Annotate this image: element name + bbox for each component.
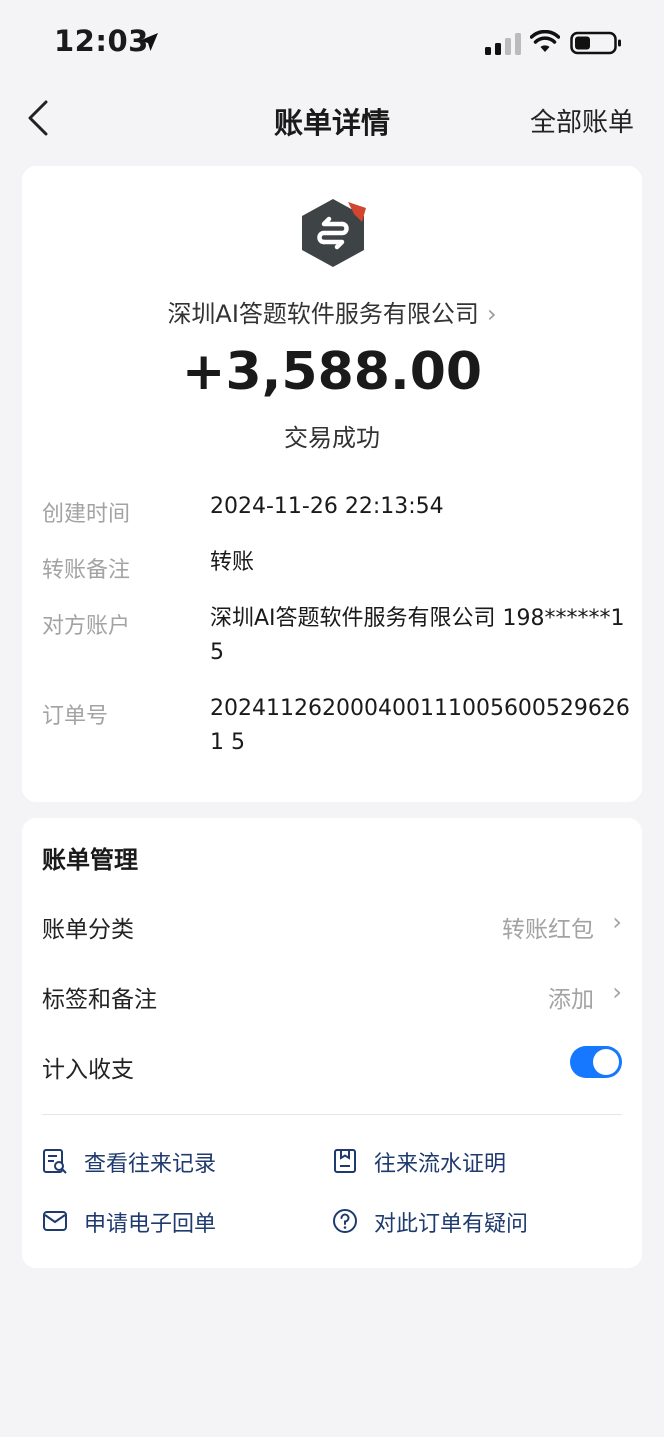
row-label: 账单分类	[42, 917, 134, 943]
detail-label: 创建时间	[42, 502, 131, 527]
detail-value: 深圳AI答题软件服务有限公司 198******15	[210, 606, 625, 665]
merchant-name-link[interactable]: 深圳AI答题软件服务有限公司 ›	[22, 294, 642, 329]
detail-label: 对方账户	[42, 614, 131, 639]
nav-bar: 账单详情 全部账单	[0, 88, 664, 150]
row-value: 添加	[548, 987, 594, 1013]
bill-detail-page: 12:03 账单详情 全部账单 深圳AI答题软件服务有限公司 › +3,588.…	[0, 0, 664, 1437]
section-title: 账单管理	[42, 846, 138, 874]
bill-category-row[interactable]: 账单分类 转账红包 ›	[42, 904, 622, 948]
question-icon	[333, 1209, 357, 1233]
detail-label: 转账备注	[42, 558, 131, 583]
action-label: 申请电子回单	[84, 1212, 217, 1237]
battery-icon	[570, 31, 621, 55]
merchant-name: 深圳AI答题软件服务有限公司	[167, 300, 479, 328]
count-in-toggle[interactable]	[570, 1046, 622, 1078]
location-arrow-icon	[140, 33, 158, 51]
order-question-button[interactable]: 对此订单有疑问	[332, 1204, 612, 1240]
transfer-logo-icon	[302, 199, 366, 267]
chevron-right-icon: ›	[612, 978, 622, 1006]
wifi-icon	[530, 30, 560, 52]
transaction-card: 深圳AI答题软件服务有限公司 › +3,588.00 交易成功 创建时间 2024…	[22, 166, 642, 802]
detail-label: 订单号	[42, 704, 109, 729]
records-icon	[43, 1149, 67, 1174]
chevron-right-icon: ›	[486, 300, 497, 328]
e-receipt-button[interactable]: 申请电子回单	[42, 1204, 302, 1240]
detail-value: 2024-11-26 22:13:54	[210, 494, 444, 519]
cellular-signal-icon	[485, 33, 521, 55]
action-label: 往来流水证明	[374, 1152, 507, 1177]
bill-management-card: 账单管理 账单分类 转账红包 › 标签和备注 添加 › 计入收支 查看往来记录	[22, 818, 642, 1268]
mail-icon	[43, 1211, 67, 1231]
transaction-amount: +3,588.00	[181, 342, 483, 402]
transaction-status: 交易成功	[284, 424, 380, 452]
action-label: 查看往来记录	[84, 1152, 217, 1177]
tags-notes-row[interactable]: 标签和备注 添加 ›	[42, 974, 622, 1018]
chevron-right-icon: ›	[612, 908, 622, 936]
status-time: 12:03	[54, 24, 149, 58]
row-label: 标签和备注	[42, 987, 157, 1013]
detail-value: 2024112620004001110056005296261 5	[210, 696, 630, 755]
detail-value: 转账	[210, 550, 255, 575]
all-bills-link[interactable]: 全部账单	[530, 102, 634, 139]
toggle-knob	[593, 1049, 619, 1075]
view-records-button[interactable]: 查看往来记录	[42, 1144, 302, 1180]
row-label: 计入收支	[42, 1057, 134, 1083]
statement-icon	[334, 1149, 356, 1173]
divider	[42, 1114, 622, 1115]
row-value: 转账红包	[502, 917, 594, 943]
action-label: 对此订单有疑问	[374, 1212, 529, 1237]
count-in-row: 计入收支	[42, 1044, 622, 1088]
statement-proof-button[interactable]: 往来流水证明	[332, 1144, 612, 1180]
status-bar: 12:03	[0, 0, 664, 88]
